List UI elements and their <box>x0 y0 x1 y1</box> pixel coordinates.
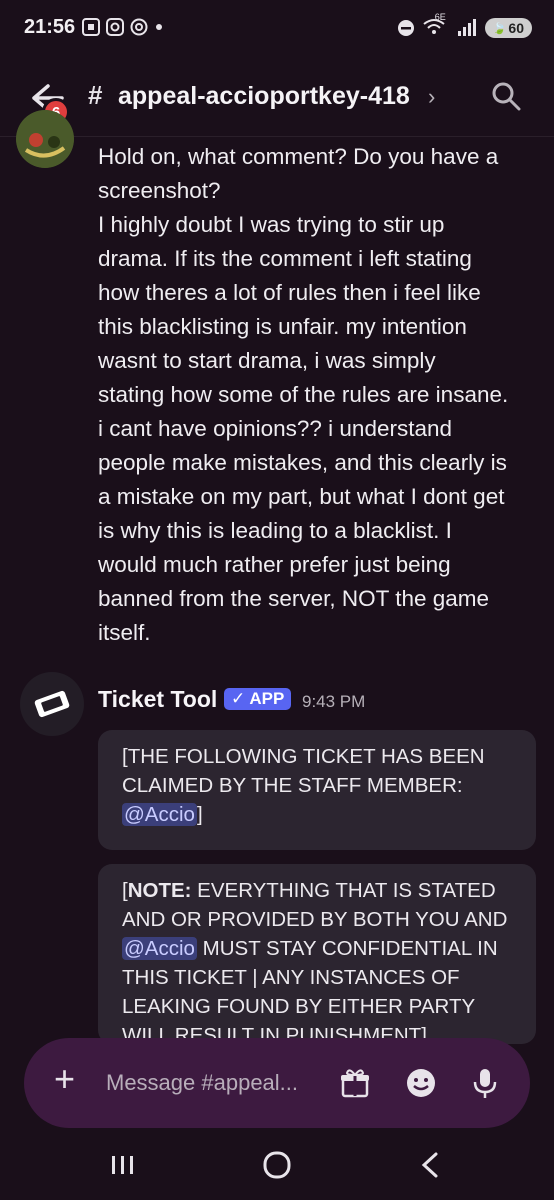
signal-icon <box>457 19 476 36</box>
chevron-right-icon[interactable]: › <box>428 84 435 110</box>
embed-note: [NOTE: EVERYTHING THAT IS STATED AND OR … <box>98 864 536 1044</box>
message-author[interactable]: Ticket Tool <box>98 686 217 713</box>
ticket-icon <box>34 690 70 718</box>
avatar[interactable] <box>16 110 74 168</box>
channel-hash-icon: # <box>88 80 103 110</box>
app-badge: ✓ APP <box>224 688 292 710</box>
status-notification-icons <box>82 18 164 36</box>
scan-icon <box>82 18 100 36</box>
embed-note-label: NOTE: <box>127 879 192 902</box>
channel-title[interactable]: appeal-accioportkey-418 <box>118 82 410 111</box>
threads-icon <box>130 18 148 36</box>
do-not-disturb-icon <box>397 20 414 36</box>
plus-icon[interactable]: + <box>54 1058 75 1100</box>
user-avatar-image <box>16 110 74 168</box>
user-mention[interactable]: @Accio <box>122 803 197 826</box>
message-composer: + Message #appeal... <box>24 1038 530 1128</box>
emoji-icon[interactable] <box>402 1064 440 1102</box>
home-icon[interactable] <box>260 1148 294 1182</box>
gift-icon[interactable] <box>336 1064 374 1102</box>
user-mention[interactable]: @Accio <box>122 937 197 960</box>
back-nav-icon[interactable] <box>414 1148 448 1182</box>
status-time: 21:56 <box>24 16 76 38</box>
system-navigation-bar <box>0 1130 554 1200</box>
message-timestamp: 9:43 PM <box>302 692 366 711</box>
message-text: I highly doubt I was trying to stir up d… <box>98 212 509 645</box>
microphone-icon[interactable] <box>466 1064 504 1102</box>
embed-text: [THE FOLLOWING TICKET HAS BEEN CLAIMED B… <box>122 745 485 797</box>
status-bar: 21:56 6E 🍃 60 <box>0 0 554 60</box>
embed-text: ] <box>196 803 203 826</box>
battery-leaf-icon: 🍃 <box>492 22 507 35</box>
wifi-indicator: 6E <box>423 12 449 38</box>
channel-header: 6 # appeal-accioportkey-418 › <box>0 60 554 137</box>
battery-level: 60 <box>508 20 524 36</box>
instagram-icon <box>106 18 124 36</box>
avatar[interactable] <box>20 672 84 736</box>
recent-apps-icon[interactable] <box>106 1148 140 1182</box>
battery-indicator: 🍃 60 <box>484 18 532 38</box>
embed-claimed: [THE FOLLOWING TICKET HAS BEEN CLAIMED B… <box>98 730 536 850</box>
search-icon[interactable] <box>490 80 522 112</box>
message-input[interactable]: Message #appeal... <box>106 1070 298 1096</box>
message-text: Hold on, what comment? Do you have a scr… <box>98 144 499 203</box>
network-type: 6E <box>434 12 446 22</box>
status-system-icons: 6E 🍃 60 <box>397 12 532 38</box>
dot-icon <box>156 24 162 30</box>
